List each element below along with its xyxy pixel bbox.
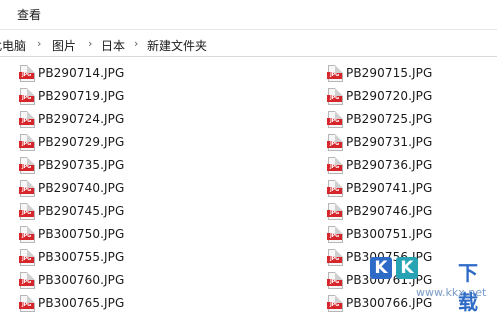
- file-item[interactable]: JPG PB290745.JPG: [19, 201, 125, 221]
- jpg-badge: JPG: [19, 117, 34, 125]
- file-item[interactable]: JPG PB290736.JPG: [327, 155, 433, 175]
- file-name: PB290736.JPG: [346, 158, 433, 172]
- jpg-file-icon: JPG: [327, 87, 343, 105]
- file-name: PB290731.JPG: [346, 135, 433, 149]
- jpg-file-icon: JPG: [327, 64, 343, 82]
- file-name: PB290720.JPG: [346, 89, 433, 103]
- file-name: PB290714.JPG: [38, 66, 125, 80]
- watermark-logo: K K 下载 www.kkx.net: [362, 253, 497, 314]
- breadcrumb-item-japan[interactable]: 日本: [101, 37, 125, 54]
- file-name: PB300750.JPG: [38, 227, 125, 241]
- menu-view[interactable]: 查看: [17, 6, 41, 23]
- watermark-letter: K: [396, 257, 418, 279]
- jpg-file-icon: JPG: [327, 294, 343, 312]
- jpg-badge: JPG: [327, 94, 342, 102]
- jpg-file-icon: JPG: [327, 110, 343, 128]
- jpg-file-icon: JPG: [19, 110, 35, 128]
- jpg-file-icon: JPG: [19, 64, 35, 82]
- jpg-badge: JPG: [327, 186, 342, 194]
- jpg-badge: JPG: [327, 140, 342, 148]
- jpg-badge: JPG: [327, 209, 342, 217]
- jpg-file-icon: JPG: [327, 156, 343, 174]
- file-name: PB290745.JPG: [38, 204, 125, 218]
- jpg-badge: JPG: [327, 163, 342, 171]
- menu-bar: 查看: [0, 0, 497, 30]
- file-item[interactable]: JPG PB300765.JPG: [19, 293, 125, 313]
- jpg-file-icon: JPG: [19, 156, 35, 174]
- chevron-right-icon[interactable]: ›: [88, 37, 92, 50]
- file-name: PB290729.JPG: [38, 135, 125, 149]
- file-item[interactable]: JPG PB290715.JPG: [327, 63, 433, 83]
- file-item[interactable]: JPG PB290740.JPG: [19, 178, 125, 198]
- jpg-badge: JPG: [327, 71, 342, 79]
- jpg-file-icon: JPG: [327, 133, 343, 151]
- jpg-badge: JPG: [19, 278, 34, 286]
- jpg-file-icon: JPG: [327, 179, 343, 197]
- jpg-badge: JPG: [19, 186, 34, 194]
- file-name: PB290725.JPG: [346, 112, 433, 126]
- watermark-letter: K: [370, 257, 392, 279]
- jpg-file-icon: JPG: [19, 294, 35, 312]
- jpg-badge: JPG: [19, 94, 34, 102]
- jpg-file-icon: JPG: [19, 225, 35, 243]
- file-item[interactable]: JPG PB290735.JPG: [19, 155, 125, 175]
- jpg-file-icon: JPG: [327, 248, 343, 266]
- jpg-file-icon: JPG: [327, 202, 343, 220]
- file-name: PB300751.JPG: [346, 227, 433, 241]
- jpg-badge: JPG: [19, 71, 34, 79]
- file-name: PB290741.JPG: [346, 181, 433, 195]
- jpg-file-icon: JPG: [19, 271, 35, 289]
- jpg-file-icon: JPG: [327, 225, 343, 243]
- jpg-badge: JPG: [327, 278, 342, 286]
- jpg-file-icon: JPG: [19, 248, 35, 266]
- breadcrumb-item-this-pc[interactable]: 此电脑: [0, 37, 26, 54]
- jpg-badge: JPG: [19, 209, 34, 217]
- jpg-badge: JPG: [19, 140, 34, 148]
- file-name: PB290719.JPG: [38, 89, 125, 103]
- file-item[interactable]: JPG PB290719.JPG: [19, 86, 125, 106]
- file-name: PB290735.JPG: [38, 158, 125, 172]
- file-name: PB300755.JPG: [38, 250, 125, 264]
- chevron-right-icon[interactable]: ›: [134, 37, 138, 50]
- chevron-right-icon[interactable]: ›: [37, 37, 41, 50]
- file-item[interactable]: JPG PB290741.JPG: [327, 178, 433, 198]
- file-name: PB290746.JPG: [346, 204, 433, 218]
- file-item[interactable]: JPG PB290731.JPG: [327, 132, 433, 152]
- file-item[interactable]: JPG PB300750.JPG: [19, 224, 125, 244]
- jpg-file-icon: JPG: [19, 202, 35, 220]
- file-name: PB290724.JPG: [38, 112, 125, 126]
- file-item[interactable]: JPG PB290724.JPG: [19, 109, 125, 129]
- file-item[interactable]: JPG PB290725.JPG: [327, 109, 433, 129]
- jpg-badge: JPG: [327, 255, 342, 263]
- watermark-url: www.kkx.net: [416, 286, 487, 299]
- jpg-badge: JPG: [327, 117, 342, 125]
- breadcrumb-item-pictures[interactable]: 图片: [52, 37, 76, 54]
- file-item[interactable]: JPG PB300755.JPG: [19, 247, 125, 267]
- file-item[interactable]: JPG PB290729.JPG: [19, 132, 125, 152]
- file-item[interactable]: JPG PB290714.JPG: [19, 63, 125, 83]
- jpg-badge: JPG: [327, 232, 342, 240]
- jpg-badge: JPG: [19, 255, 34, 263]
- jpg-file-icon: JPG: [327, 271, 343, 289]
- file-item[interactable]: JPG PB290746.JPG: [327, 201, 433, 221]
- jpg-file-icon: JPG: [19, 133, 35, 151]
- jpg-badge: JPG: [19, 232, 34, 240]
- file-name: PB300765.JPG: [38, 296, 125, 310]
- file-name: PB290740.JPG: [38, 181, 125, 195]
- breadcrumb-item-new-folder[interactable]: 新建文件夹: [147, 37, 207, 54]
- jpg-file-icon: JPG: [19, 87, 35, 105]
- file-name: PB290715.JPG: [346, 66, 433, 80]
- file-name: PB300760.JPG: [38, 273, 125, 287]
- jpg-file-icon: JPG: [19, 179, 35, 197]
- file-item[interactable]: JPG PB290720.JPG: [327, 86, 433, 106]
- breadcrumb[interactable]: 此电脑 › 图片 › 日本 › 新建文件夹: [0, 32, 497, 57]
- jpg-badge: JPG: [19, 163, 34, 171]
- file-item[interactable]: JPG PB300760.JPG: [19, 270, 125, 290]
- file-item[interactable]: JPG PB300751.JPG: [327, 224, 433, 244]
